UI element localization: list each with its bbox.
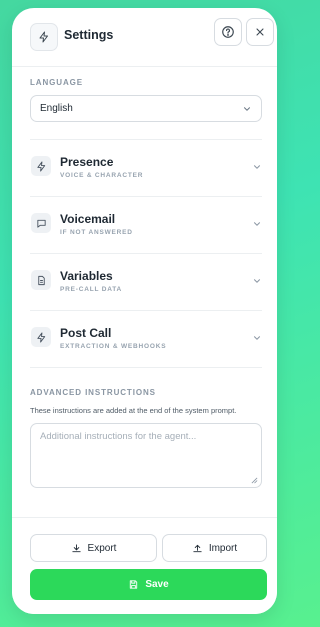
section-subtitle: EXTRACTION & WEBHOOKS <box>60 343 167 350</box>
close-button[interactable] <box>246 18 274 46</box>
section-title: Voicemail <box>60 212 116 226</box>
save-icon <box>130 580 138 589</box>
resize-grip-icon[interactable] <box>251 477 258 484</box>
section-subtitle: PRE-CALL DATA <box>60 286 123 293</box>
section-post-call[interactable]: Post Call EXTRACTION & WEBHOOKS <box>30 311 262 368</box>
close-icon <box>256 28 264 36</box>
advanced-instructions-label: ADVANCED INSTRUCTIONS <box>30 388 156 397</box>
save-label: Save <box>145 579 169 590</box>
bolt-icon <box>31 156 51 176</box>
page-title: Settings <box>64 28 114 42</box>
panel-header: Settings <box>12 8 277 67</box>
settings-panel: Settings LANGUAGE English Presence VOICE… <box>12 8 277 614</box>
panel-footer: Export Import Save <box>12 517 277 614</box>
download-icon <box>71 543 81 552</box>
advanced-instructions: ADVANCED INSTRUCTIONS These instructions… <box>30 388 262 488</box>
section-title: Variables <box>60 269 113 283</box>
bolt-icon <box>31 327 51 347</box>
help-circle-icon <box>222 26 234 38</box>
advanced-instructions-description: These instructions are added at the end … <box>30 406 237 415</box>
advanced-instructions-input[interactable]: Additional instructions for the agent... <box>30 422 262 488</box>
chevron-down-icon <box>253 165 261 169</box>
section-variables[interactable]: Variables PRE-CALL DATA <box>30 254 262 311</box>
help-button[interactable] <box>214 18 242 46</box>
language-value: English <box>40 103 73 114</box>
chevron-down-icon <box>253 222 261 226</box>
chevron-down-icon <box>253 336 261 340</box>
message-icon <box>31 213 51 233</box>
section-subtitle: VOICE & CHARACTER <box>60 172 144 179</box>
chevron-down-icon <box>243 107 251 111</box>
export-label: Export <box>87 542 117 554</box>
language-select[interactable]: English <box>30 95 262 122</box>
export-button[interactable]: Export <box>30 534 157 562</box>
upload-icon <box>193 544 202 552</box>
section-voicemail[interactable]: Voicemail IF NOT ANSWERED <box>30 197 262 254</box>
bolt-icon <box>30 23 58 51</box>
save-button[interactable]: Save <box>30 569 267 600</box>
language-label: LANGUAGE <box>30 78 83 87</box>
settings-content: LANGUAGE English Presence VOICE & CHARAC… <box>30 78 262 488</box>
section-presence[interactable]: Presence VOICE & CHARACTER <box>30 140 262 197</box>
import-button[interactable]: Import <box>162 534 267 562</box>
import-label: Import <box>208 542 238 554</box>
section-title: Presence <box>60 155 114 169</box>
chevron-down-icon <box>253 279 261 283</box>
document-icon <box>31 270 51 290</box>
section-title: Post Call <box>60 326 112 340</box>
input-placeholder: Additional instructions for the agent... <box>40 430 197 442</box>
section-subtitle: IF NOT ANSWERED <box>60 229 133 236</box>
